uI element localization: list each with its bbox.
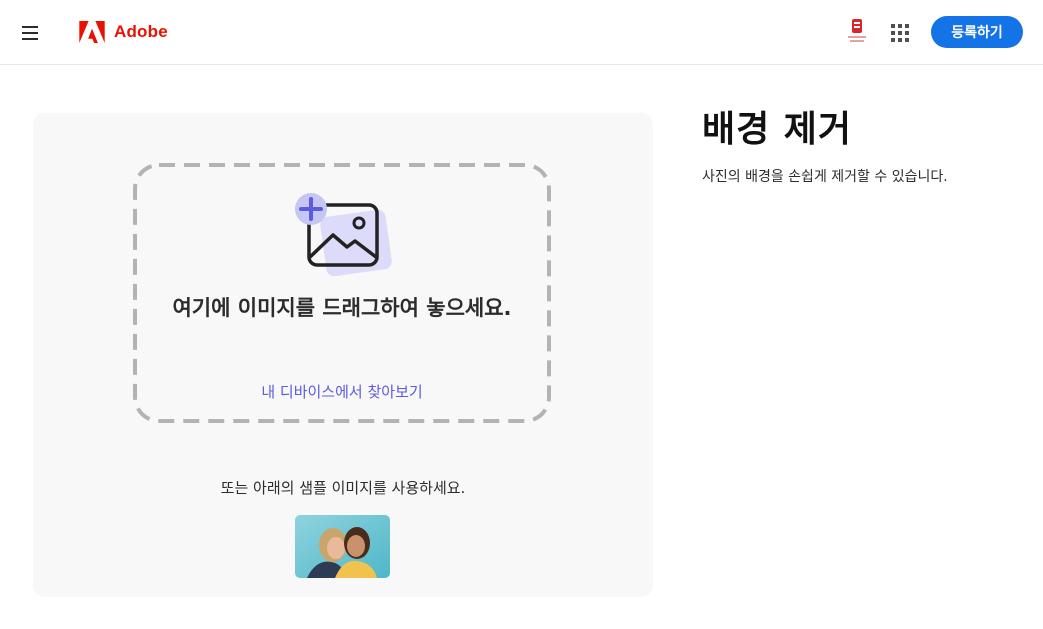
apps-grid-icon[interactable]	[891, 24, 909, 42]
page-title: 배경 제거	[702, 109, 853, 150]
signup-button[interactable]: 등록하기	[931, 16, 1023, 48]
adobe-logo-icon	[79, 21, 105, 43]
browse-device-link[interactable]: 내 디바이스에서 찾아보기	[133, 381, 551, 402]
profile-badge-icon[interactable]	[845, 18, 869, 46]
sample-image-thumbnail[interactable]	[295, 515, 390, 578]
brand-name: Adobe	[114, 22, 168, 41]
drop-instruction: 여기에 이미지를 드래그하여 놓으세요.	[172, 296, 512, 320]
adobe-logo[interactable]: Adobe	[79, 20, 168, 44]
sample-instruction: 또는 아래의 샘플 이미지를 사용하세요.	[220, 479, 466, 497]
add-image-icon	[293, 191, 393, 281]
top-navigation: Adobe 등록하기	[0, 0, 1043, 65]
image-dropzone[interactable]: 여기에 이미지를 드래그하여 놓으세요. 내 디바이스에서 찾아보기	[133, 163, 551, 423]
hamburger-menu-icon[interactable]	[20, 22, 40, 44]
page-description: 사진의 배경을 손쉽게 제거할 수 있습니다.	[702, 169, 948, 185]
upload-panel: 여기에 이미지를 드래그하여 놓으세요. 내 디바이스에서 찾아보기 또는 아래…	[33, 113, 653, 597]
